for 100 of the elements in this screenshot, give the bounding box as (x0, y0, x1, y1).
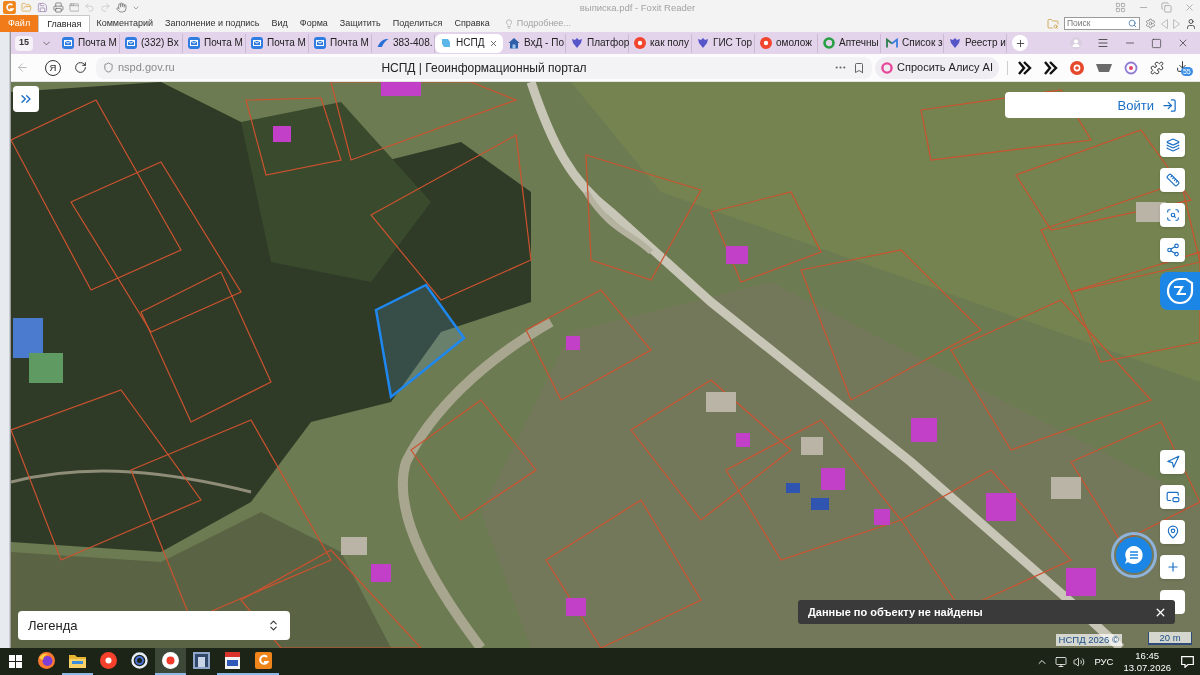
chat-bubble-icon (1124, 545, 1144, 565)
legend-dropdown[interactable]: Легенда (18, 611, 290, 640)
zoom-in-button[interactable] (1160, 555, 1185, 579)
minimap-button[interactable] (1160, 485, 1185, 509)
reload-icon[interactable] (74, 61, 87, 74)
ribbon-tab[interactable]: Справка (448, 15, 496, 32)
window-title: выписка.pdf - Foxit Reader (579, 2, 696, 13)
browser-tab[interactable]: как полу (629, 33, 692, 53)
emblem-icon (949, 37, 961, 49)
hand-icon[interactable] (116, 2, 128, 13)
maximize-icon[interactable] (1151, 37, 1162, 49)
four-squares-icon (9, 655, 22, 668)
language-indicator[interactable]: РУС (1094, 656, 1114, 667)
search-icon[interactable] (1128, 19, 1137, 28)
printer-icon[interactable] (52, 2, 64, 13)
toast-message: Данные по объекту не найдены (808, 606, 983, 618)
layers-icon (1165, 138, 1180, 152)
ring-logo-icon (823, 37, 835, 49)
portal-logo-tab[interactable] (1160, 272, 1200, 310)
globe-logo-icon (38, 652, 55, 669)
settings-icon[interactable] (1145, 18, 1156, 29)
ribbon-tab[interactable]: Комментарий (90, 15, 160, 32)
browser-tab[interactable]: Список з (881, 33, 944, 53)
menu-icon[interactable] (1097, 37, 1109, 49)
round-logo-icon (100, 652, 117, 669)
up-down-chevron-icon (267, 619, 280, 632)
round-logo-icon[interactable] (1069, 60, 1084, 75)
shield-icon[interactable] (103, 62, 114, 73)
speaker-icon[interactable] (1073, 655, 1086, 668)
network-icon[interactable] (1055, 655, 1068, 668)
ribbon-tab[interactable]: Защитить (333, 15, 387, 32)
ribbon-tab[interactable]: Поделиться (386, 15, 449, 32)
browser-tab[interactable]: ГИС Тор (692, 33, 755, 53)
layers-button[interactable] (1160, 133, 1185, 157)
new-tab-button[interactable] (1012, 35, 1028, 51)
folder-icon (69, 653, 86, 668)
browser-tab[interactable]: Почта М (183, 33, 246, 53)
map-attribution: НСПД 2026 © (1055, 634, 1122, 646)
browser-tab[interactable]: Почта М (309, 33, 372, 53)
close-icon[interactable] (489, 38, 498, 48)
plus-icon (1165, 560, 1180, 574)
mail-icon (188, 37, 200, 49)
alice-button[interactable]: Спросить Алису AI (875, 56, 999, 79)
mail-icon (251, 37, 263, 49)
locate-button[interactable] (1160, 450, 1185, 474)
browser-tab[interactable]: Платфор (566, 33, 629, 53)
taskbar-app-button[interactable] (155, 648, 186, 675)
emblem-icon (571, 37, 583, 49)
ribbon-tab[interactable]: Форма (293, 15, 334, 32)
clock-time[interactable]: 16:45 (1135, 650, 1160, 660)
share-button[interactable] (1160, 238, 1185, 262)
ring-icon (881, 61, 893, 74)
login-icon (1162, 97, 1177, 113)
scale-bar: 20 m (1148, 632, 1192, 645)
login-button[interactable]: Войти (1005, 92, 1185, 118)
tab-count-badge[interactable]: 15 (15, 35, 33, 51)
bowl-shape-icon[interactable] (1095, 62, 1112, 73)
app-logo-icon (255, 652, 272, 669)
browser-tab[interactable]: Почта М (57, 33, 120, 53)
ribbon-tab[interactable]: Главная (38, 15, 91, 32)
picture-in-picture-icon (1165, 490, 1180, 504)
area-search-button[interactable] (1160, 203, 1185, 227)
close-icon[interactable] (1177, 37, 1189, 49)
plus-icon (1014, 37, 1026, 49)
navigation-arrow-icon (1165, 455, 1180, 469)
chat-button[interactable] (1111, 532, 1157, 578)
browser-tab[interactable]: НСПД (435, 33, 503, 53)
target-icon[interactable] (1123, 60, 1138, 75)
selected-parcel-outline[interactable] (374, 283, 466, 400)
address-field[interactable]: nspd.gov.ru НСПД | Геоинформационный портал (96, 56, 872, 79)
bookmark-icon[interactable] (853, 61, 865, 74)
clock-date[interactable]: 13.07.2026 (1123, 663, 1171, 673)
browser-tab[interactable]: ВхД - По (503, 33, 566, 53)
place-search-button[interactable] (1160, 520, 1185, 544)
browser-tab[interactable]: (332) Вх (120, 33, 183, 53)
swoosh-icon (377, 37, 389, 49)
ruler-button[interactable] (1160, 168, 1185, 192)
mail-icon (314, 37, 326, 49)
app-logo-icon[interactable] (3, 1, 16, 14)
browser-tab[interactable]: омолож (755, 33, 818, 53)
browser-tab[interactable]: Почта М (246, 33, 309, 53)
notification-icon[interactable] (1181, 655, 1194, 668)
search-field[interactable]: Поиск (1064, 17, 1140, 30)
expand-panel-button[interactable] (13, 86, 39, 112)
puzzle-icon[interactable] (1149, 60, 1164, 75)
mail-icon (62, 37, 74, 49)
ribbon-tab[interactable]: Заполнение и подпись (159, 15, 266, 32)
chevron-logo-icon[interactable] (1017, 60, 1032, 75)
browser-tab[interactable]: Реестр и (944, 33, 1007, 53)
ring-logo-icon (131, 652, 148, 669)
browser-tab[interactable]: Аптечны (818, 33, 881, 53)
chevron-logo-icon[interactable] (1043, 60, 1058, 75)
map-pin-icon (1165, 525, 1180, 539)
scan-search-icon (1165, 208, 1180, 222)
portal-logo-icon (1166, 277, 1194, 305)
share-icon (1165, 243, 1180, 257)
user-icon[interactable] (1185, 17, 1197, 30)
round-logo-icon (760, 37, 772, 49)
ribbon-tab[interactable]: Вид (265, 15, 294, 32)
mail-icon (886, 37, 898, 49)
